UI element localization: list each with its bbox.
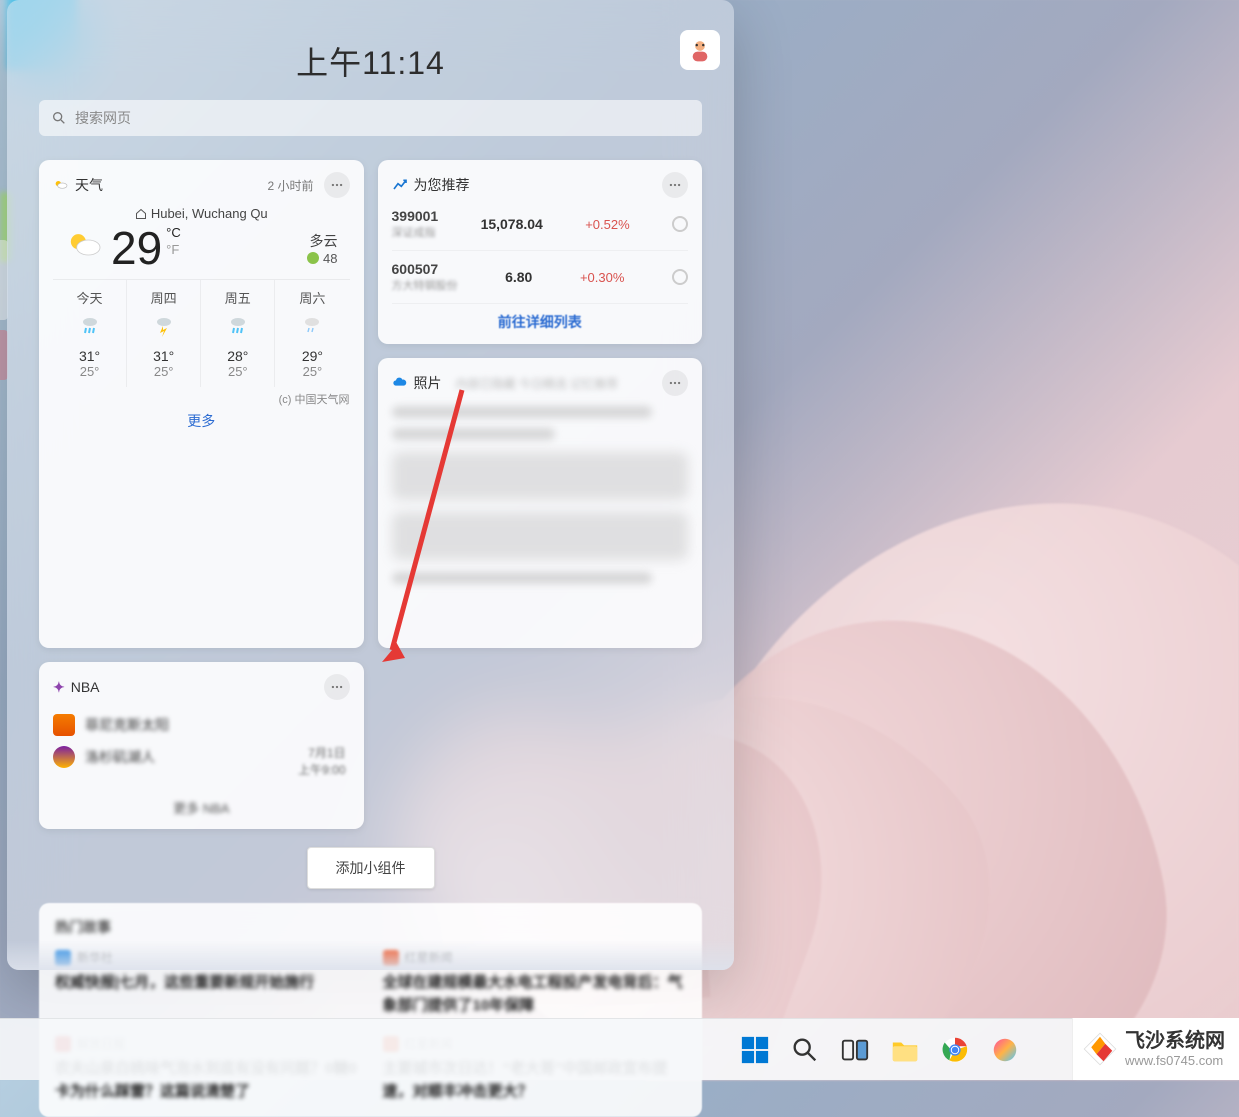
watermark: 飞沙系统网 www.fs0745.com [1072, 1018, 1239, 1080]
source-badge-icon [55, 950, 71, 966]
chrome-icon [940, 1035, 970, 1065]
news-widget[interactable]: 热门故事 新华社 权威快报|七月，这些重要新规开始施行 红星新闻 全球在建规模最… [39, 903, 702, 1117]
more-icon [668, 178, 682, 192]
news-item[interactable]: 红星新闻 全球在建规模最大水电工程投产发电背后：气象部门提供了10年保障 [383, 949, 687, 1017]
showers-icon [300, 313, 324, 337]
search-icon [790, 1035, 820, 1065]
cloud-icon [392, 375, 408, 391]
photos-title: 照片 [414, 373, 442, 393]
blurred-text [392, 406, 653, 418]
task-view-icon [840, 1035, 870, 1065]
rain-icon [78, 313, 102, 337]
finance-title: 为您推荐 [414, 175, 470, 195]
add-widget-button[interactable]: 添加小组件 [307, 847, 435, 889]
panel-time: 上午11:14 [39, 38, 702, 84]
more-icon [330, 680, 344, 694]
weather-temp: 29 [111, 225, 162, 271]
forecast-row: 今天 31° 25° 周四 31° 25° 周五 28° 25° [53, 279, 350, 387]
forecast-day[interactable]: 周五 28° 25° [201, 280, 275, 387]
search-placeholder: 搜索网页 [75, 108, 131, 128]
windows-icon [740, 1035, 770, 1065]
stock-row[interactable]: 399001 深证成指 15,078.04 +0.52% [392, 198, 689, 251]
weather-updated: 2 小时前 [267, 177, 313, 194]
weather-source: (c) 中国天气网 [53, 391, 350, 407]
photos-widget[interactable]: 照片 内容已隐藏 今日精选 记忆推荐 [378, 358, 703, 648]
blurred-text [392, 572, 653, 584]
home-icon [135, 208, 147, 220]
nba-widget[interactable]: ✦ NBA 菲尼克斯太阳 洛杉矶湖人 7月1日 上午9:00 [39, 662, 364, 829]
globe-icon [990, 1035, 1020, 1065]
chrome-button[interactable] [934, 1029, 976, 1071]
widget-more-button[interactable] [662, 370, 688, 396]
weather-condition: 多云 [307, 231, 337, 251]
team-logo-icon [53, 746, 75, 768]
news-item[interactable]: 新华社 权威快报|七月，这些重要新规开始施行 [55, 949, 359, 1017]
forecast-day[interactable]: 今天 31° 25° [53, 280, 127, 387]
team-row: 菲尼克斯太阳 [53, 714, 350, 736]
team-logo-icon [53, 714, 75, 736]
weather-widget[interactable]: 天气 2 小时前 Hubei, Wuchang Qu 29 [39, 160, 364, 648]
weather-condition-icon [65, 225, 105, 265]
pin-icon[interactable] [672, 216, 688, 232]
finance-link[interactable]: 前往详细列表 [392, 312, 689, 332]
blurred-text [392, 428, 555, 440]
watermark-url: www.fs0745.com [1125, 1053, 1225, 1069]
more-icon [668, 376, 682, 390]
task-view-button[interactable] [834, 1029, 876, 1071]
weather-location: Hubei, Wuchang Qu [151, 206, 268, 221]
chart-icon [392, 177, 408, 193]
blurred-text [392, 512, 689, 560]
widget-more-button[interactable] [324, 172, 350, 198]
weather-title: 天气 [75, 175, 103, 195]
blurred-text [392, 452, 689, 500]
widgets-panel: 上午11:14 搜索网页 天气 2 小时前 [7, 0, 734, 970]
nba-more-link[interactable]: 更多 NBA [53, 798, 350, 817]
finance-widget[interactable]: 为您推荐 399001 深证成指 15,078.04 +0.52% [378, 160, 703, 344]
weather-more-link[interactable]: 更多 [53, 411, 350, 431]
forecast-day[interactable]: 周六 29° 25° [275, 280, 349, 387]
game-time: 7月1日 上午9:00 [298, 744, 345, 778]
start-button[interactable] [734, 1029, 776, 1071]
taskbar: 飞沙系统网 www.fs0745.com [0, 1018, 1239, 1080]
widget-more-button[interactable] [662, 172, 688, 198]
news-section-title: 热门故事 [55, 917, 686, 937]
watermark-title: 飞沙系统网 [1125, 1029, 1225, 1053]
rain-icon [226, 313, 250, 337]
folder-icon [890, 1035, 920, 1065]
unit-fahrenheit[interactable]: °F [166, 242, 181, 259]
nba-icon: ✦ [53, 679, 65, 696]
widget-more-button[interactable] [324, 674, 350, 700]
pin-icon[interactable] [672, 269, 688, 285]
user-avatar[interactable] [680, 30, 720, 70]
source-badge-icon [383, 950, 399, 966]
search-input[interactable]: 搜索网页 [39, 100, 702, 136]
weather-icon [53, 177, 69, 193]
nba-title: NBA [71, 679, 100, 695]
file-explorer-button[interactable] [884, 1029, 926, 1071]
watermark-logo-icon [1079, 1028, 1121, 1070]
unit-celsius[interactable]: °C [166, 225, 181, 242]
search-button[interactable] [784, 1029, 826, 1071]
storm-icon [152, 313, 176, 337]
more-icon [330, 178, 344, 192]
stock-row[interactable]: 600507 方大特钢股份 6.80 +0.30% [392, 251, 689, 304]
browser-button[interactable] [984, 1029, 1026, 1071]
forecast-day[interactable]: 周四 31° 25° [127, 280, 201, 387]
aqi-indicator-icon [307, 252, 319, 264]
weather-aqi: 48 [323, 251, 337, 266]
